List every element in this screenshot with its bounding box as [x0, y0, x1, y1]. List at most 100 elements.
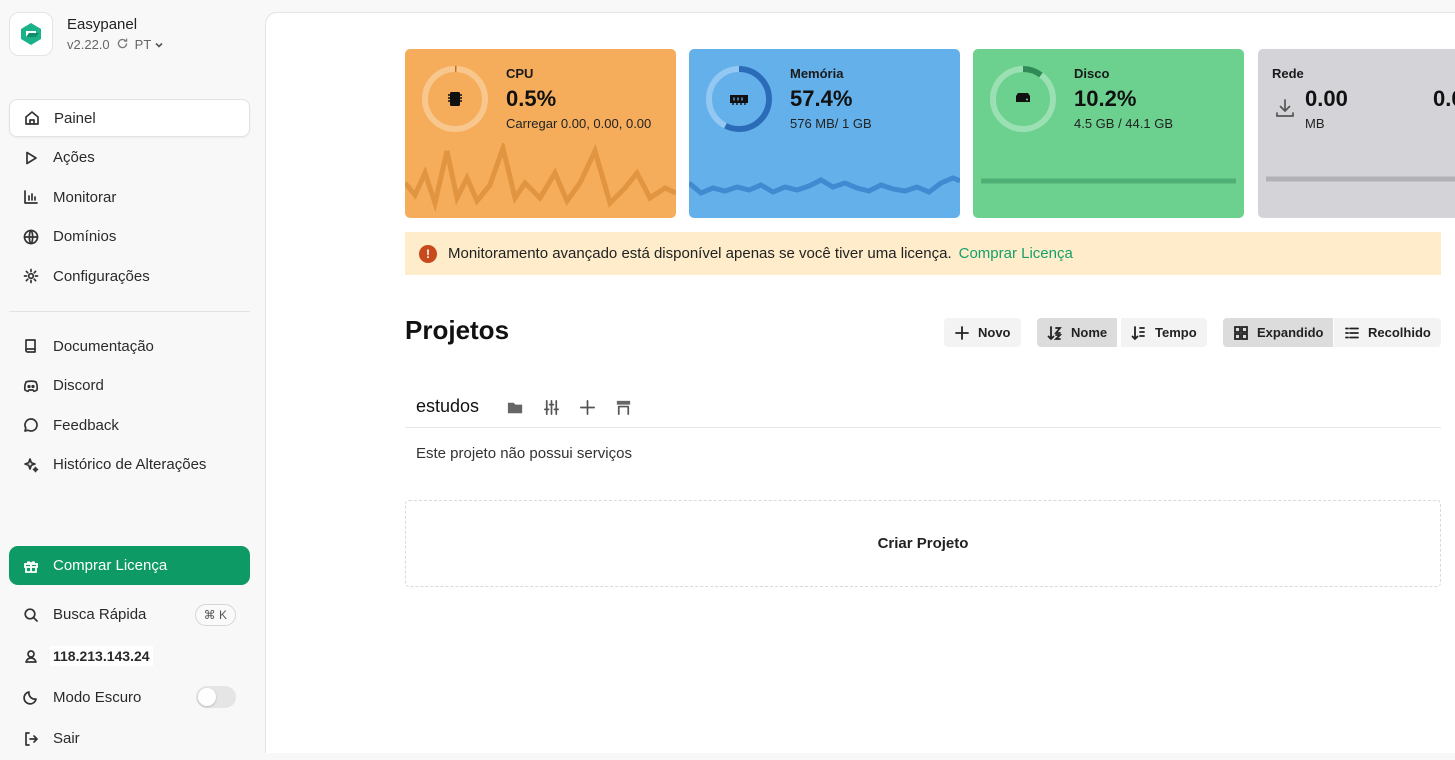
layout-icon[interactable] — [614, 398, 633, 422]
memory-card: Memória 57.4% 576 MB/ 1 GB — [689, 49, 960, 218]
app-name: Easypanel — [67, 15, 138, 33]
license-alert: ! Monitoramento avançado está disponível… — [405, 232, 1441, 275]
nav-item-monitorar[interactable]: Monitorar — [9, 178, 250, 216]
sort-time-button[interactable]: Tempo — [1121, 318, 1207, 347]
disk-value: 10.2% — [1074, 86, 1137, 111]
nav-label: Feedback — [53, 416, 119, 434]
memory-label: Memória — [790, 66, 844, 81]
buy-license-label: Comprar Licença — [53, 557, 168, 574]
chip-icon — [448, 92, 462, 106]
nav-item-dominios[interactable]: Domínios — [9, 218, 250, 256]
primary-nav: Painel Ações Monitorar Domínios Configur… — [9, 99, 250, 297]
view-expanded-button[interactable]: Expandido — [1223, 318, 1334, 347]
user-location-icon — [23, 648, 39, 664]
dark-mode-toggle[interactable] — [196, 686, 236, 709]
secondary-nav: Documentação Discord Feedback Histórico … — [9, 327, 250, 485]
sort-time-icon — [1131, 325, 1145, 340]
gear-icon — [23, 268, 39, 284]
nav-item-documentacao[interactable]: Documentação — [9, 327, 250, 365]
language-select[interactable]: PT — [135, 37, 165, 52]
nav-item-feedback[interactable]: Feedback — [9, 406, 250, 444]
nav-label: Configurações — [53, 267, 150, 285]
nav-item-acoes[interactable]: Ações — [9, 139, 250, 177]
hard-drive-icon — [1016, 93, 1030, 102]
main-panel: CPU 0.5% Carregar 0.00, 0.00, 0.00 Memór… — [265, 12, 1455, 753]
plus-icon[interactable] — [578, 398, 597, 422]
buy-license-button[interactable]: Comprar Licença — [9, 546, 250, 585]
grid-icon — [1234, 325, 1248, 340]
sort-az-icon — [1047, 325, 1063, 340]
book-icon — [23, 338, 39, 354]
nav-label: Monitorar — [53, 188, 117, 206]
alert-buy-link[interactable]: Comprar Licença — [959, 245, 1073, 262]
gift-icon — [24, 560, 38, 573]
disk-usage: 4.5 GB / 44.1 GB — [1074, 116, 1173, 131]
network-value-upload: 0.0 — [1433, 86, 1455, 111]
language-label: PT — [134, 37, 152, 52]
nav-item-configuracoes[interactable]: Configurações — [9, 257, 250, 295]
network-card: Rede 0.00 0.0 MB — [1258, 49, 1455, 218]
cpu-card: CPU 0.5% Carregar 0.00, 0.00, 0.00 — [405, 49, 676, 218]
dark-mode-label: Modo Escuro — [53, 688, 142, 706]
network-value: 0.00 — [1305, 86, 1348, 111]
disk-label: Disco — [1074, 66, 1110, 81]
moon-icon — [23, 689, 39, 705]
bar-chart-icon — [23, 189, 39, 205]
quick-search-label: Busca Rápida — [53, 606, 147, 623]
new-project-label: Novo — [978, 325, 1011, 340]
home-icon — [24, 110, 40, 126]
chevron-down-icon — [155, 42, 163, 48]
cpu-sparkline — [405, 143, 676, 213]
nav-item-discord[interactable]: Discord — [9, 367, 250, 405]
sort-time-label: Tempo — [1155, 325, 1197, 340]
view-collapsed-button[interactable]: Recolhido — [1334, 318, 1441, 347]
quick-search[interactable]: Busca Rápida ⌘ K — [9, 595, 250, 634]
memory-sparkline — [689, 175, 960, 196]
sort-name-label: Nome — [1071, 325, 1108, 340]
nav-label: Domínios — [53, 228, 117, 246]
chat-icon — [23, 417, 39, 433]
logout-icon — [23, 731, 39, 747]
cpu-value: 0.5% — [506, 86, 557, 111]
projects-title: Projetos — [405, 315, 510, 345]
sparkles-icon — [23, 457, 39, 473]
globe-icon — [23, 229, 39, 245]
project-actions — [506, 398, 633, 422]
view-expanded-label: Expandido — [1257, 325, 1324, 340]
cpu-label: CPU — [506, 66, 534, 81]
view-collapsed-label: Recolhido — [1368, 325, 1431, 340]
logout-label: Sair — [53, 730, 80, 748]
memory-icon — [730, 95, 748, 105]
folder-open-icon[interactable] — [506, 398, 525, 422]
server-ip: 118.213.143.24 — [9, 636, 250, 676]
cpu-load: Carregar 0.00, 0.00, 0.00 — [506, 116, 652, 131]
nav-label: Histórico de Alterações — [53, 456, 207, 474]
network-sparkline — [1266, 176, 1455, 182]
create-project-button[interactable]: Criar Projeto — [405, 500, 1441, 587]
shortcut-badge: ⌘ K — [194, 603, 236, 626]
refresh-icon[interactable] — [116, 37, 129, 53]
discord-icon — [23, 378, 39, 394]
project-empty-text: Este projeto não possui serviços — [416, 445, 632, 462]
download-icon — [1276, 99, 1294, 117]
app-version: v2.22.0 — [67, 37, 110, 52]
nav-item-painel[interactable]: Painel — [9, 99, 250, 137]
sidebar-divider — [9, 311, 250, 312]
project-divider — [405, 427, 1441, 428]
new-project-button[interactable]: Novo — [944, 318, 1021, 347]
alert-text: Monitoramento avançado está disponível a… — [448, 245, 952, 262]
sort-name-button[interactable]: Nome — [1037, 318, 1118, 347]
sliders-icon[interactable] — [542, 398, 561, 422]
disk-sparkline — [981, 178, 1236, 184]
memory-usage: 576 MB/ 1 GB — [790, 116, 872, 131]
list-icon — [1345, 327, 1359, 338]
ip-address: 118.213.143.24 — [50, 645, 153, 666]
project-name[interactable]: estudos — [416, 396, 479, 417]
nav-item-historico[interactable]: Histórico de Alterações — [9, 446, 250, 484]
easypanel-logo[interactable] — [9, 12, 53, 56]
nav-label: Painel — [54, 109, 96, 127]
memory-value: 57.4% — [790, 86, 853, 111]
plus-icon — [955, 325, 969, 340]
network-unit: MB — [1305, 116, 1325, 131]
disk-card: Disco 10.2% 4.5 GB / 44.1 GB — [973, 49, 1244, 218]
